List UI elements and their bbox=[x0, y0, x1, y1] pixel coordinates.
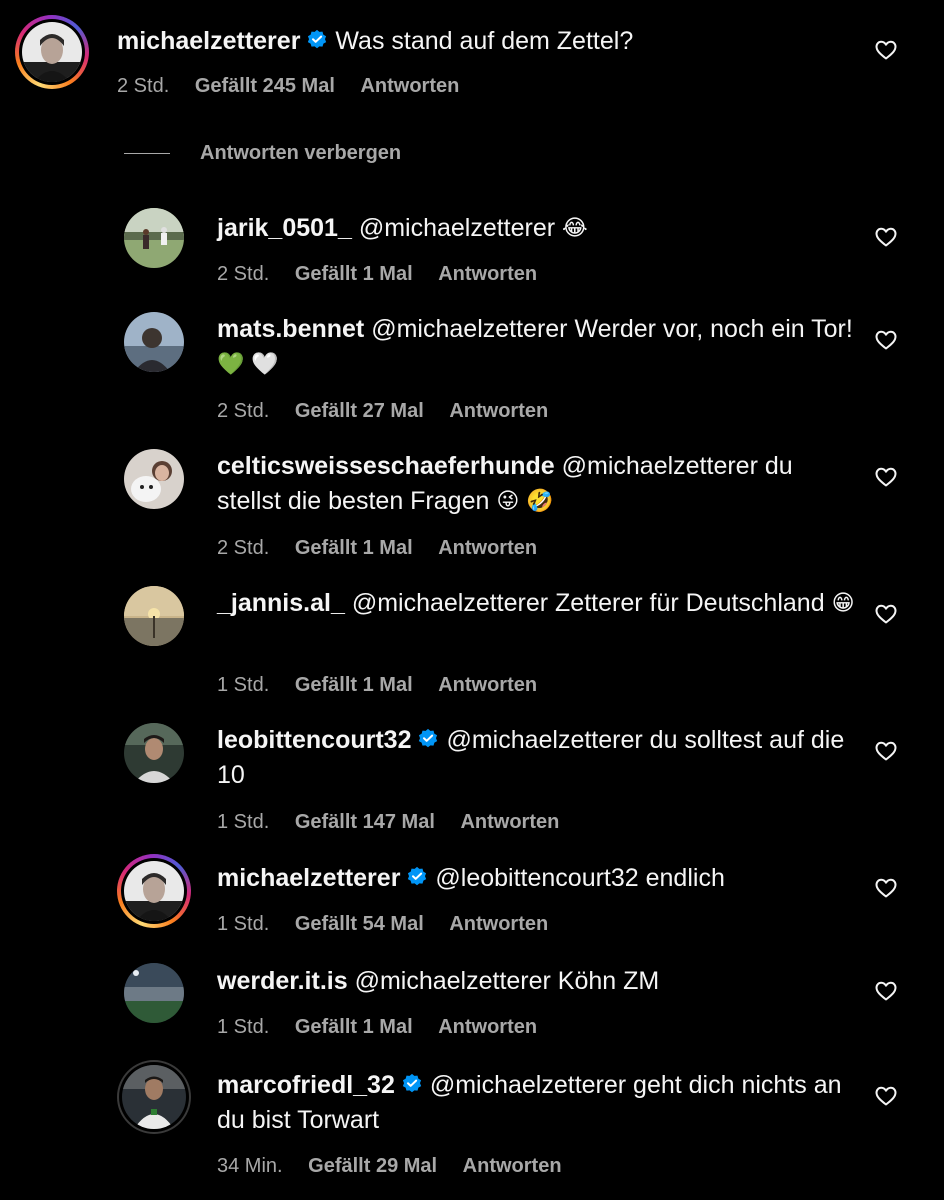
comment-meta: 1 Std. Gefällt 147 Mal Antworten bbox=[217, 811, 579, 834]
avatar[interactable] bbox=[124, 208, 184, 268]
likes-count[interactable]: Gefällt 245 Mal bbox=[195, 75, 335, 97]
likes-count[interactable]: Gefällt 54 Mal bbox=[295, 913, 424, 935]
avatar[interactable] bbox=[124, 449, 184, 509]
comment-text: @leobittencourt32 endlich bbox=[435, 864, 725, 892]
avatar[interactable] bbox=[122, 1065, 186, 1129]
comment-meta: 34 Min. Gefällt 29 Mal Antworten bbox=[217, 1155, 582, 1178]
comment-text: @michaelzetterer bbox=[358, 214, 556, 242]
likes-count[interactable]: Gefällt 1 Mal bbox=[295, 674, 413, 696]
heart-icon[interactable] bbox=[874, 38, 898, 62]
avatar[interactable] bbox=[124, 963, 184, 1023]
hide-replies-button[interactable]: Antworten verbergen bbox=[124, 139, 401, 167]
reply-button[interactable]: Antworten bbox=[360, 75, 459, 97]
reply-button[interactable]: Antworten bbox=[449, 400, 548, 422]
timestamp: 2 Std. bbox=[117, 75, 170, 97]
avatar[interactable] bbox=[124, 312, 184, 372]
comment-meta: 1 Std. Gefällt 1 Mal Antworten bbox=[217, 1016, 557, 1039]
username[interactable]: celticsweisseschaeferhunde bbox=[217, 452, 555, 480]
comment-top: michaelzetterer Was stand auf dem Zettel… bbox=[0, 0, 944, 110]
comment-meta: 2 Std. Gefällt 1 Mal Antworten bbox=[217, 263, 557, 286]
username[interactable]: marcofriedl_32 bbox=[217, 1071, 395, 1099]
reply-button[interactable]: Antworten bbox=[438, 537, 537, 559]
comment-text: @michaelzetterer Köhn ZM bbox=[354, 967, 660, 995]
username[interactable]: jarik_0501_ bbox=[217, 214, 352, 242]
comment-text: @michaelzetterer Werder vor, noch ein To… bbox=[371, 315, 853, 343]
comment-meta: 1 Std. Gefällt 1 Mal Antworten bbox=[217, 674, 557, 697]
comment-meta: 2 Std. Gefällt 245 Mal Antworten bbox=[117, 75, 479, 98]
timestamp: 1 Std. bbox=[217, 913, 270, 935]
verified-badge-icon bbox=[408, 866, 427, 886]
heart-icon[interactable] bbox=[874, 602, 898, 626]
emoji: 😂 bbox=[562, 216, 588, 241]
username[interactable]: mats.bennet bbox=[217, 315, 364, 343]
heart-icon[interactable] bbox=[874, 739, 898, 763]
verified-badge-icon bbox=[419, 728, 438, 748]
reply-item: mats.bennet @michaelzetterer Werder vor,… bbox=[0, 297, 944, 427]
username[interactable]: werder.it.is bbox=[217, 967, 348, 995]
comment-text: Was stand auf dem Zettel? bbox=[335, 27, 634, 55]
heart-icon[interactable] bbox=[874, 465, 898, 489]
reply-item: celticsweisseschaeferhunde @michaelzette… bbox=[0, 434, 944, 564]
heart-icon[interactable] bbox=[874, 225, 898, 249]
likes-count[interactable]: Gefällt 29 Mal bbox=[308, 1155, 437, 1177]
timestamp: 1 Std. bbox=[217, 811, 270, 833]
username[interactable]: michaelzetterer bbox=[217, 864, 400, 892]
reply-button[interactable]: Antworten bbox=[460, 811, 559, 833]
timestamp: 34 Min. bbox=[217, 1155, 283, 1177]
reply-button[interactable]: Antworten bbox=[449, 913, 548, 935]
timestamp: 1 Std. bbox=[217, 674, 270, 696]
avatar[interactable] bbox=[124, 586, 184, 646]
emoji: 😁 bbox=[831, 591, 855, 616]
verified-badge-icon bbox=[402, 1073, 422, 1093]
comment-text: @michaelzetterer Zetterer für Deutschlan… bbox=[351, 589, 825, 617]
divider bbox=[124, 152, 170, 154]
reply-button[interactable]: Antworten bbox=[438, 1016, 537, 1038]
likes-count[interactable]: Gefällt 27 Mal bbox=[295, 400, 424, 422]
likes-count[interactable]: Gefällt 147 Mal bbox=[295, 811, 435, 833]
timestamp: 2 Std. bbox=[217, 537, 270, 559]
reply-item: _jannis.al_ @michaelzetterer Zetterer fü… bbox=[0, 571, 944, 701]
timestamp: 1 Std. bbox=[217, 1016, 270, 1038]
reply-item: werder.it.is @michaelzetterer Köhn ZM 1 … bbox=[0, 948, 944, 1048]
emoji: 💚 🤍 bbox=[217, 352, 279, 377]
avatar[interactable] bbox=[124, 723, 184, 783]
likes-count[interactable]: Gefällt 1 Mal bbox=[295, 263, 413, 285]
reply-item: marcofriedl_32 @michaelzetterer geht dic… bbox=[0, 1053, 944, 1193]
heart-icon[interactable] bbox=[874, 328, 898, 352]
reply-button[interactable]: Antworten bbox=[438, 263, 537, 285]
comment-meta: 1 Std. Gefällt 54 Mal Antworten bbox=[217, 913, 568, 936]
likes-count[interactable]: Gefällt 1 Mal bbox=[295, 1016, 413, 1038]
heart-icon[interactable] bbox=[874, 876, 898, 900]
heart-icon[interactable] bbox=[874, 1084, 898, 1108]
reply-button[interactable]: Antworten bbox=[438, 674, 537, 696]
timestamp: 2 Std. bbox=[217, 400, 270, 422]
reply-button[interactable]: Antworten bbox=[463, 1155, 562, 1177]
username[interactable]: _jannis.al_ bbox=[217, 589, 345, 617]
reply-item: michaelzetterer @leobittencourt32 endlic… bbox=[0, 845, 944, 945]
timestamp: 2 Std. bbox=[217, 263, 270, 285]
likes-count[interactable]: Gefällt 1 Mal bbox=[295, 537, 413, 559]
username[interactable]: michaelzetterer bbox=[117, 27, 300, 55]
comment-meta: 2 Std. Gefällt 1 Mal Antworten bbox=[217, 537, 557, 560]
reply-item: leobittencourt32 @michaelzetterer du sol… bbox=[0, 708, 944, 838]
heart-icon[interactable] bbox=[874, 979, 898, 1003]
emoji: 😜 🤣 bbox=[496, 489, 554, 514]
comment-meta: 2 Std. Gefällt 27 Mal Antworten bbox=[217, 400, 568, 423]
hide-replies-label: Antworten verbergen bbox=[200, 141, 402, 164]
avatar[interactable] bbox=[124, 861, 184, 921]
avatar[interactable] bbox=[22, 22, 82, 82]
username[interactable]: leobittencourt32 bbox=[217, 726, 411, 754]
reply-item: jarik_0501_ @michaelzetterer 😂 2 Std. Ge… bbox=[0, 195, 944, 295]
verified-badge-icon bbox=[308, 29, 327, 49]
